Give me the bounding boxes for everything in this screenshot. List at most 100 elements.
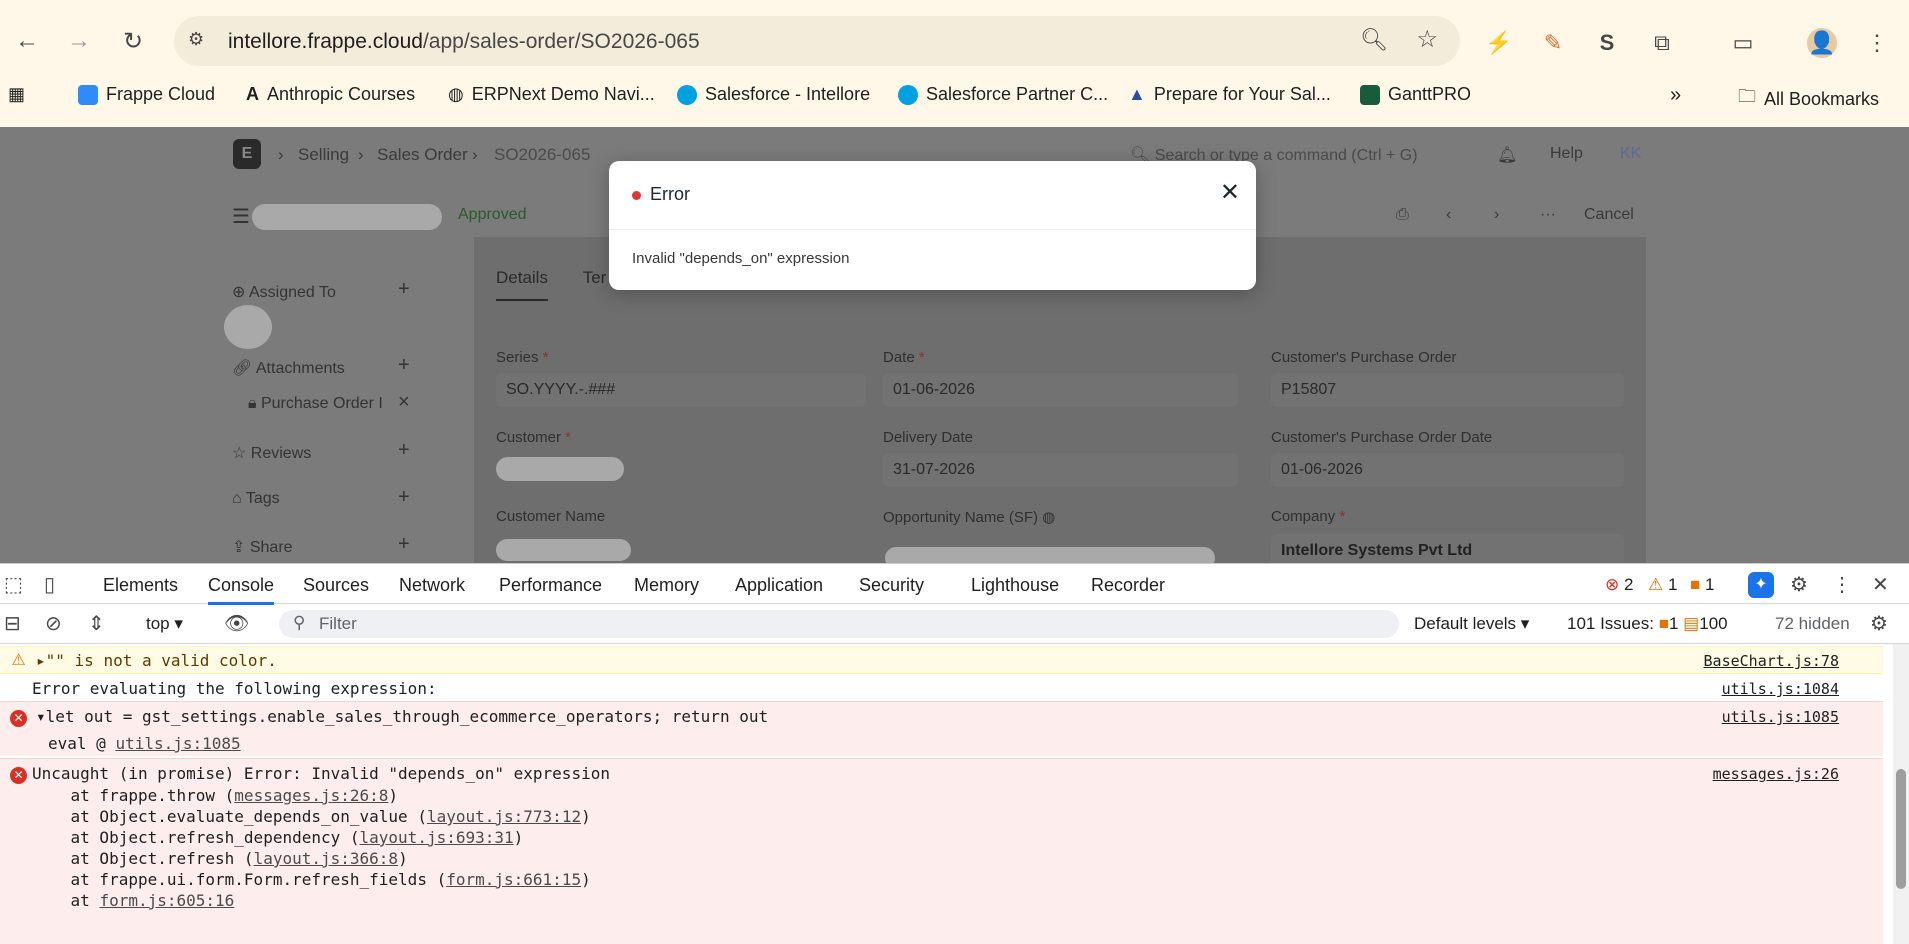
attachment-file[interactable]: 🔒︎ Purchase Order I (248, 395, 383, 413)
cpo-date-field[interactable]: 01-06-2026 (1271, 453, 1624, 487)
zoom-icon[interactable]: 🔍︎ (1360, 27, 1388, 53)
warning-source-link[interactable]: BaseChart.js:78 (1704, 652, 1839, 670)
eval-source-link[interactable]: utils.js:1085 (115, 734, 240, 753)
stack-frame-link[interactable]: layout.js:773:12 (427, 807, 581, 826)
bookmark-anthropic-courses[interactable]: A Anthropic Courses (246, 84, 415, 105)
more-actions-icon[interactable]: ··· (1540, 206, 1556, 224)
cast-icon[interactable]: ▭ (1728, 28, 1758, 58)
extension-pen-icon[interactable]: ✎ (1538, 28, 1568, 58)
tab-application[interactable]: Application (735, 575, 823, 596)
date-field[interactable]: 01-06-2026 (883, 373, 1238, 407)
tab-console[interactable]: Console (208, 575, 275, 605)
close-icon[interactable]: ✕ (1220, 178, 1240, 207)
user-avatar[interactable]: KK (1620, 145, 1641, 163)
console-sidebar-icon[interactable]: ⊟ (4, 611, 21, 636)
breadcrumb-separator: › (358, 145, 364, 164)
ai-assistance-icon[interactable]: ✦ (1748, 572, 1774, 598)
issue-count-badge[interactable]: ■ 1 (1690, 575, 1714, 595)
warning-count-badge[interactable]: ⚠ 1 (1648, 575, 1677, 595)
tab-network[interactable]: Network (399, 575, 465, 596)
stack-frame-link[interactable]: form.js:661:15 (446, 870, 581, 889)
extension-bolt-icon[interactable]: ⚡ (1484, 28, 1514, 58)
print-icon[interactable]: ⎙ (1396, 206, 1409, 224)
issues-link[interactable]: 101 Issues: ■1 ▤100 (1567, 614, 1728, 634)
bookmark-salesforce-partner[interactable]: Salesforce Partner C... (898, 84, 1108, 105)
apps-grid-icon[interactable]: ▦ (8, 84, 25, 105)
reload-icon[interactable]: ↻ (118, 26, 148, 56)
error-expression[interactable]: ▾let out = gst_settings.enable_sales_thr… (36, 707, 768, 726)
app-logo[interactable]: E (233, 139, 261, 169)
url-text[interactable]: intellore.frappe.cloud/app/sales-order/S… (228, 30, 700, 54)
company-field[interactable]: Intellore Systems Pvt Ltd (1271, 534, 1624, 563)
back-icon[interactable]: ← (12, 26, 42, 56)
add-assignee-icon[interactable]: + (398, 278, 410, 301)
tab-terms[interactable]: Ter (583, 268, 607, 287)
tab-sources[interactable]: Sources (303, 575, 369, 596)
breadcrumb-sales-order[interactable]: Sales Order (377, 145, 468, 165)
more-bookmarks-icon[interactable]: » (1670, 84, 1681, 107)
all-bookmarks[interactable]: 🗀 All Bookmarks (1738, 84, 1879, 114)
tab-lighthouse[interactable]: Lighthouse (971, 575, 1059, 596)
stack-frame-link[interactable]: form.js:605:16 (99, 891, 234, 910)
log-levels-dropdown[interactable]: Default levels ▾ (1414, 614, 1529, 634)
cancel-button[interactable]: Cancel (1584, 206, 1634, 224)
console-filter-input[interactable]: ⚲ Filter (279, 610, 1399, 638)
series-field[interactable]: SO.YYYY.-.### (496, 373, 866, 407)
stack-frame-link[interactable]: layout.js:693:31 (360, 828, 514, 847)
status-badge: Approved (458, 206, 527, 223)
next-doc-icon[interactable]: › (1494, 206, 1499, 224)
log-source-link[interactable]: utils.js:1084 (1722, 680, 1839, 698)
tab-recorder[interactable]: Recorder (1091, 575, 1165, 596)
bookmark-prepare-sales[interactable]: ▲ Prepare for Your Sal... (1128, 84, 1331, 105)
warning-message[interactable]: ▸"" is not a valid color. (36, 651, 277, 670)
console-settings-icon[interactable]: ⚙ (1870, 611, 1888, 636)
error-count-badge[interactable]: ⊗ 2 (1605, 575, 1633, 595)
help-menu[interactable]: Help (1550, 145, 1583, 163)
devtools-menu-icon[interactable]: ⋮ (1832, 572, 1852, 597)
extensions-puzzle-icon[interactable]: ⧉ (1647, 28, 1677, 58)
device-toolbar-icon[interactable]: ▯ (44, 572, 55, 597)
prev-doc-icon[interactable]: ‹ (1446, 206, 1451, 224)
redacted-customer[interactable] (496, 457, 624, 481)
bookmark-star-icon[interactable]: ☆ (1416, 25, 1438, 54)
notification-bell-icon[interactable]: 🔔︎ (1497, 145, 1517, 165)
tab-details[interactable]: Details (496, 268, 548, 301)
add-review-icon[interactable]: + (398, 439, 410, 462)
create-live-expression-icon[interactable]: ⇕ (88, 611, 105, 636)
add-tag-icon[interactable]: + (398, 486, 410, 509)
uncaught-error-source-link[interactable]: messages.js:26 (1713, 765, 1839, 783)
bookmark-frappe-cloud[interactable]: Frappe Cloud (78, 84, 215, 105)
tab-memory[interactable]: Memory (634, 575, 699, 596)
address-bar[interactable]: ⚙ intellore.frappe.cloud/app/sales-order… (174, 16, 1460, 66)
tab-performance[interactable]: Performance (499, 575, 602, 596)
stack-frame-link[interactable]: layout.js:366:8 (254, 849, 399, 868)
breadcrumb-selling[interactable]: Selling (298, 145, 349, 165)
inspect-element-icon[interactable]: ⬚ (4, 572, 23, 597)
sidebar-toggle-icon[interactable]: ☰ (232, 204, 250, 229)
breadcrumb-separator: › (278, 145, 284, 164)
tab-security[interactable]: Security (859, 575, 924, 596)
stack-frame-link[interactable]: messages.js:26:8 (234, 786, 388, 805)
forward-icon[interactable]: → (64, 26, 94, 56)
error-expression-source-link[interactable]: utils.js:1085 (1722, 708, 1839, 726)
clear-console-icon[interactable]: ⊘ (45, 611, 62, 636)
extension-s-icon[interactable]: S (1592, 28, 1622, 58)
settings-gear-icon[interactable]: ⚙ (1790, 572, 1808, 597)
browser-menu-icon[interactable]: ⋮ (1862, 28, 1892, 58)
tab-elements[interactable]: Elements (103, 575, 178, 596)
close-devtools-icon[interactable]: ✕ (1872, 572, 1889, 597)
site-settings-icon[interactable]: ⚙ (188, 29, 212, 53)
eye-icon[interactable]: 👁︎ (224, 611, 249, 636)
profile-avatar[interactable]: 👤 (1807, 28, 1837, 58)
bookmark-ganttpro[interactable]: GanttPRO (1360, 84, 1471, 105)
remove-attachment-icon[interactable]: × (398, 391, 410, 414)
console-scrollbar[interactable] (1893, 644, 1909, 944)
delivery-date-field[interactable]: 31-07-2026 (883, 453, 1238, 487)
scrollbar-thumb[interactable] (1896, 769, 1906, 889)
add-share-icon[interactable]: + (398, 533, 410, 556)
context-selector[interactable]: top ▾ (146, 614, 183, 634)
add-attachment-icon[interactable]: + (398, 354, 410, 377)
bookmark-salesforce-intellore[interactable]: Salesforce - Intellore (677, 84, 870, 105)
bookmark-erpnext-demo[interactable]: ◍ ERPNext Demo Navi... (448, 84, 655, 105)
cpo-field[interactable]: P15807 (1271, 373, 1624, 407)
